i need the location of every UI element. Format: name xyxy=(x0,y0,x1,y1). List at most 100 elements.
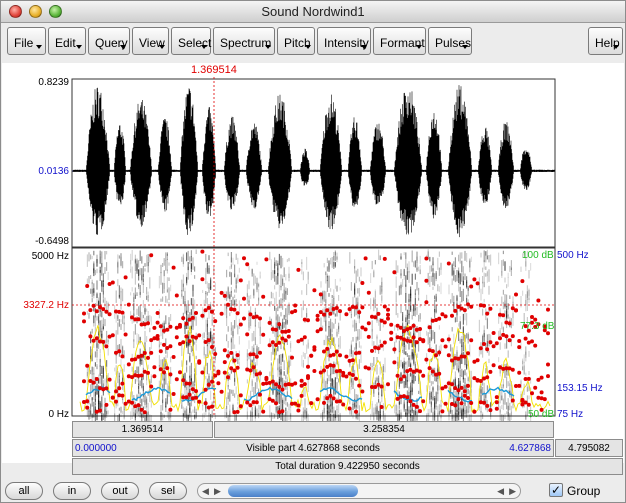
intensity-bottom-label: 50 dB xyxy=(528,409,555,420)
formant-dot xyxy=(101,307,106,312)
menu-query[interactable]: Query xyxy=(88,27,130,55)
horizontal-scrollbar[interactable]: ◀ ▶ ◀ ▶ xyxy=(197,483,521,499)
menu-edit-caret-icon xyxy=(76,45,82,49)
formant-dot xyxy=(510,398,515,403)
menu-spectrum[interactable]: Spectrum xyxy=(213,27,275,55)
menu-file[interactable]: File xyxy=(7,27,46,55)
formant-dot xyxy=(488,306,493,311)
menu-intensity[interactable]: Intensity xyxy=(317,27,371,55)
formant-dot xyxy=(386,307,390,312)
formant-dot xyxy=(254,400,259,405)
total-duration-bar[interactable]: Total duration 9.422950 seconds xyxy=(72,458,623,475)
scroll-left-icon[interactable]: ◀ xyxy=(202,486,209,497)
formant-dot xyxy=(146,370,150,375)
formant-dot xyxy=(181,316,186,321)
formant-dot xyxy=(146,321,150,326)
formant-dot xyxy=(485,403,490,408)
formant-dot xyxy=(523,336,528,341)
formant-dot xyxy=(184,395,189,400)
formant-dot xyxy=(139,353,144,358)
scroll-right-small-icon[interactable]: ▶ xyxy=(214,486,221,497)
zoom-in-button[interactable]: in xyxy=(53,482,91,500)
menu-formant[interactable]: Formant xyxy=(373,27,426,55)
formant-dot xyxy=(440,338,445,343)
formant-dot xyxy=(338,353,342,358)
visible-part-bar[interactable]: 0.000000 Visible part 4.627868 seconds 4… xyxy=(72,439,554,457)
remaining-bar[interactable]: 4.795082 xyxy=(555,439,623,457)
menu-help[interactable]: Help xyxy=(588,27,623,55)
formant-dot xyxy=(514,308,518,313)
formant-dot xyxy=(392,270,397,275)
formant-dot xyxy=(453,308,458,313)
scrollbar-thumb[interactable] xyxy=(228,485,358,497)
left-segment-bar[interactable]: 1.369514 xyxy=(72,421,213,438)
formant-dot xyxy=(443,384,448,389)
formant-dot xyxy=(517,345,522,350)
formant-dot xyxy=(197,360,202,365)
formant-dot xyxy=(370,348,374,353)
menu-select[interactable]: Select xyxy=(171,27,211,55)
right-segment-bar[interactable]: 3.258354 xyxy=(214,421,554,438)
formant-dot xyxy=(264,375,269,380)
formant-dot xyxy=(395,373,400,378)
menu-pulses[interactable]: Pulses xyxy=(428,27,472,55)
formant-dot xyxy=(472,277,477,282)
formant-dot xyxy=(235,365,240,370)
menu-edit[interactable]: Edit xyxy=(48,27,86,55)
zoom-selection-button[interactable]: sel xyxy=(149,482,187,500)
formant-dot xyxy=(258,392,262,397)
formant-dot xyxy=(171,265,176,270)
formant-dot xyxy=(184,321,189,326)
formant-dot xyxy=(398,325,403,330)
scroll-left-end-icon[interactable]: ◀ xyxy=(497,486,504,497)
waveform-max-label: 0.8239 xyxy=(38,77,69,88)
formant-dot xyxy=(520,397,525,402)
formant-dot xyxy=(232,307,237,312)
formant-dot xyxy=(210,309,214,314)
formant-dot xyxy=(229,366,234,371)
formant-dot xyxy=(411,335,416,340)
formant-dot xyxy=(408,339,413,344)
scroll-right-icon[interactable]: ▶ xyxy=(509,486,516,497)
menu-pitch[interactable]: Pitch xyxy=(277,27,315,55)
formant-dot xyxy=(478,379,483,383)
formant-dot xyxy=(360,281,365,285)
formant-dot xyxy=(293,309,298,313)
formant-dot xyxy=(325,308,330,313)
formant-dot xyxy=(232,358,237,363)
formant-dot xyxy=(530,391,534,396)
formant-dot xyxy=(197,333,202,338)
formant-dot xyxy=(146,355,150,360)
formant-dot xyxy=(466,302,470,307)
formant-dot xyxy=(450,313,454,318)
group-checkbox[interactable]: ✓ xyxy=(549,483,563,497)
formant-dot xyxy=(165,366,170,371)
formant-dot xyxy=(219,290,224,295)
formant-dot xyxy=(274,343,278,347)
formant-dot xyxy=(376,311,381,316)
formant-dot xyxy=(418,369,422,374)
sound-visualization[interactable] xyxy=(2,63,624,463)
formant-dot xyxy=(424,278,429,283)
formant-dot xyxy=(469,401,474,405)
formant-dot xyxy=(475,358,480,363)
zoom-out-label: out xyxy=(112,485,128,497)
formant-dot xyxy=(331,396,336,401)
formant-dot xyxy=(504,334,509,339)
formant-dot xyxy=(338,309,342,314)
zoom-all-button[interactable]: all xyxy=(5,482,43,500)
formant-dot xyxy=(139,373,144,378)
formant-dot xyxy=(341,402,346,407)
formant-dot xyxy=(478,346,483,351)
editor-canvas[interactable] xyxy=(2,63,624,463)
formant-dot xyxy=(94,336,99,341)
zoom-out-button[interactable]: out xyxy=(101,482,139,500)
formant-dot xyxy=(181,378,186,383)
formant-dot xyxy=(485,311,490,316)
formant-dot xyxy=(120,393,125,398)
formant-dot xyxy=(328,393,333,398)
formant-dot xyxy=(242,256,246,261)
formant-dot xyxy=(194,335,198,340)
menu-view[interactable]: View xyxy=(132,27,169,55)
formant-dot xyxy=(453,403,458,408)
